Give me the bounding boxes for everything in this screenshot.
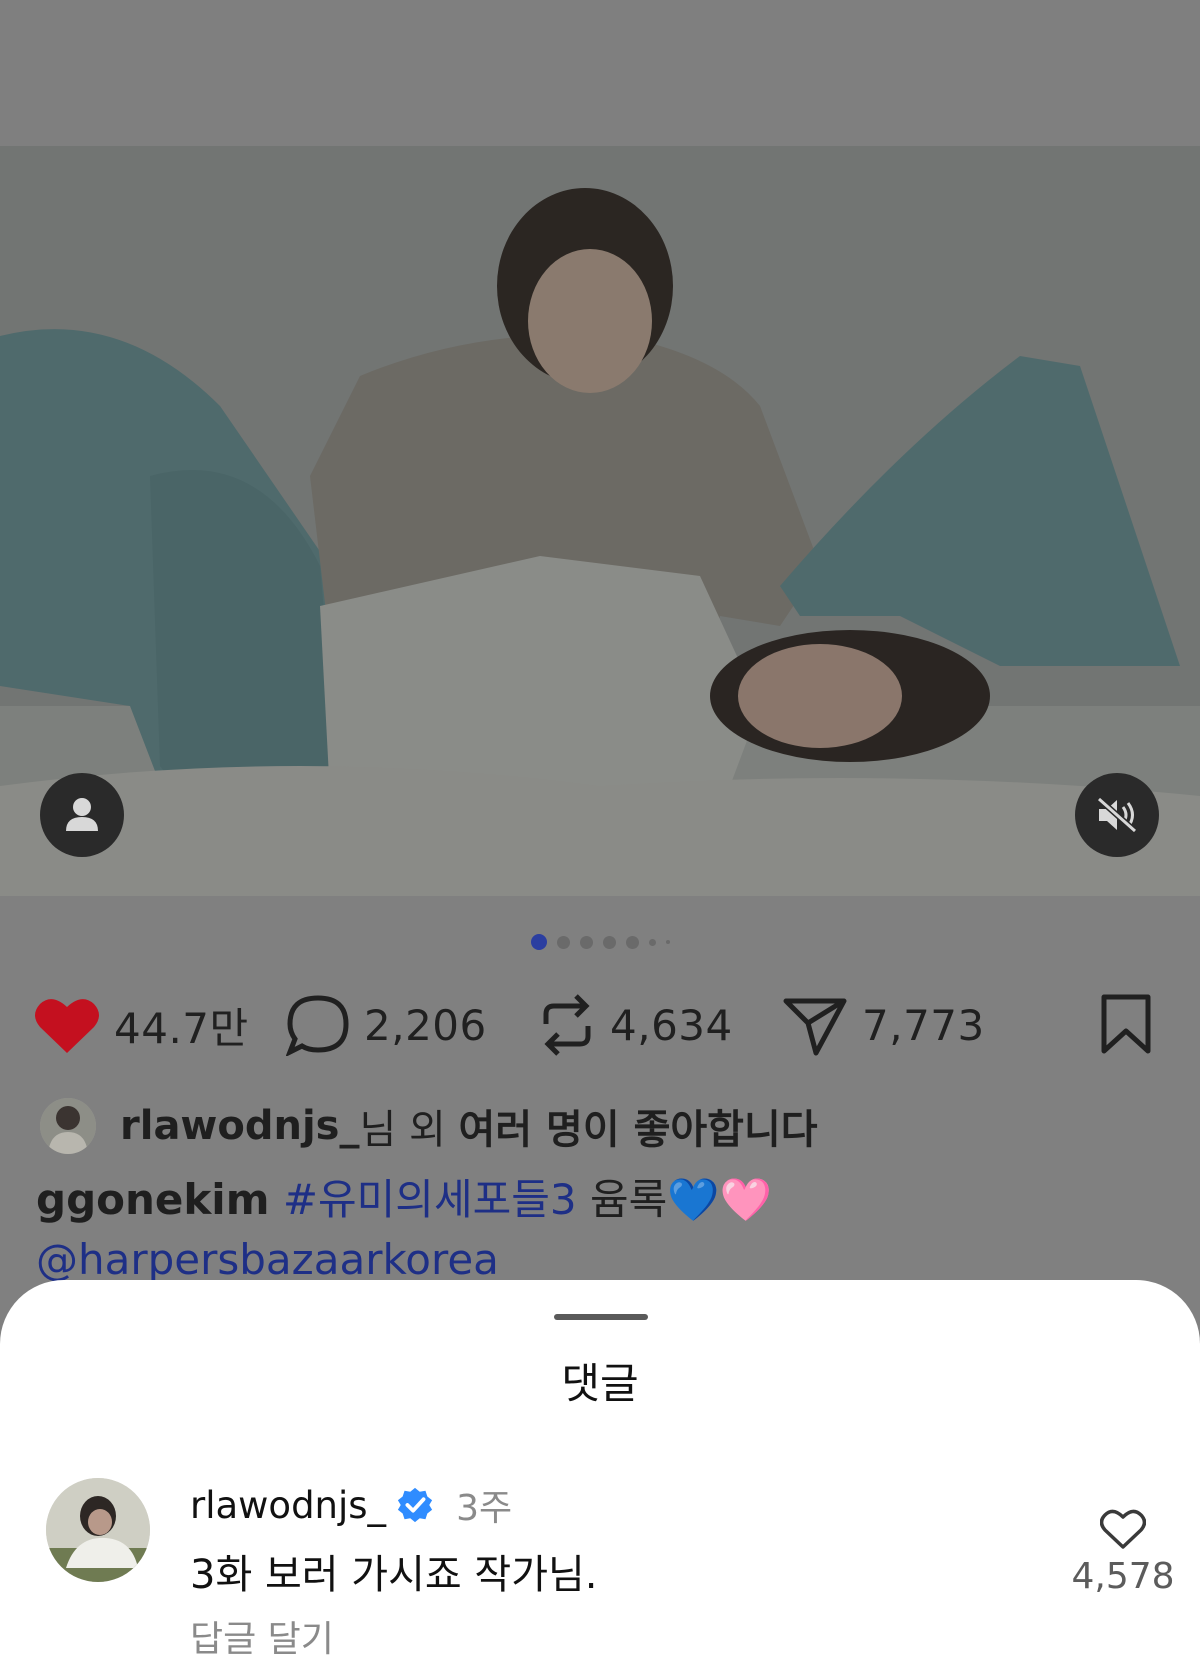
carousel-dot xyxy=(625,935,639,949)
comment-like-count: 4,578 xyxy=(1071,1556,1175,1597)
caption-text: 윰록 xyxy=(589,1175,668,1224)
carousel-dot xyxy=(665,940,670,944)
share-button[interactable]: 7,773 xyxy=(782,985,985,1065)
carousel-dot xyxy=(648,938,656,946)
carousel-dot xyxy=(602,935,616,949)
carousel-indicator xyxy=(0,932,1200,952)
avatar[interactable] xyxy=(46,1478,150,1582)
user-tag-button[interactable] xyxy=(40,773,124,857)
comment-text: 3화 보러 가시죠 작가님. xyxy=(190,1552,598,1598)
heart-filled-icon xyxy=(35,999,99,1053)
comment-count: 2,206 xyxy=(364,1000,487,1050)
liked-by-user[interactable]: rlawodnjs_ xyxy=(120,1103,360,1149)
reply-button[interactable]: 답글 달기 xyxy=(190,1610,334,1662)
post-photo-illustration xyxy=(0,146,1200,896)
comment-header: rlawodnjs_ 3주 xyxy=(190,1482,513,1530)
comment-icon xyxy=(286,995,349,1056)
post-photo[interactable] xyxy=(0,146,1200,896)
liked-by-suffix: 님 외 xyxy=(359,1107,459,1153)
share-count: 7,773 xyxy=(862,1000,985,1050)
comment-timestamp: 3주 xyxy=(456,1488,513,1529)
post-caption: ggonekim #유미의세포들3 윰록💙🩷 @harpersbazaarkor… xyxy=(36,1170,1166,1290)
liked-by-summary[interactable]: rlawodnjs_ 님 외 여러 명이 좋아합니다 xyxy=(40,1096,818,1156)
post-actions: 44.7만 2,206 4,634 7,773 xyxy=(0,985,1200,1065)
caption-hashtag[interactable]: #유미의세포들3 xyxy=(283,1175,577,1224)
like-count: 44.7만 xyxy=(114,1003,249,1053)
caption-mention[interactable]: @harpersbazaarkorea xyxy=(36,1235,499,1284)
comment-item: rlawodnjs_ 3주 3화 보러 가시죠 작가님. 답글 달기 4,578 xyxy=(0,1478,1200,1668)
carousel-dot-active xyxy=(530,934,547,950)
repost-count: 4,634 xyxy=(610,1000,733,1050)
comment-username[interactable]: rlawodnjs_ xyxy=(190,1484,386,1527)
verified-badge-icon xyxy=(397,1487,433,1523)
like-button[interactable]: 44.7만 xyxy=(34,985,249,1065)
muted-speaker-icon xyxy=(1097,796,1137,834)
sheet-title: 댓글 xyxy=(561,1359,639,1408)
top-bar xyxy=(0,0,1200,146)
repost-icon xyxy=(543,994,591,1056)
liked-by-others[interactable]: 여러 명이 좋아합니다 xyxy=(459,1097,818,1155)
repost-button[interactable]: 4,634 xyxy=(538,985,733,1065)
comment-like-button[interactable]: 4,578 xyxy=(1068,1508,1178,1597)
caption-username[interactable]: ggonekim xyxy=(36,1175,269,1224)
sheet-grabber[interactable] xyxy=(554,1314,648,1320)
save-button[interactable] xyxy=(1098,985,1154,1065)
user-tag-icon xyxy=(66,798,98,831)
comment-button[interactable]: 2,206 xyxy=(286,985,487,1065)
caption-emoji: 💙🩷 xyxy=(667,1175,772,1224)
carousel-dot xyxy=(556,935,570,949)
share-icon xyxy=(783,998,847,1056)
mute-toggle-button[interactable] xyxy=(1075,773,1159,857)
post-screen: 44.7만 2,206 4,634 7,773 rlawodnjs_ 님 외 여… xyxy=(0,0,1200,1668)
avatar xyxy=(40,1098,96,1154)
bookmark-icon xyxy=(1101,994,1151,1054)
carousel-dot xyxy=(579,935,593,949)
heart-outline-icon xyxy=(1100,1509,1146,1549)
comments-sheet: 댓글 rlawodnjs_ 3주 3화 보러 가시죠 작가님. 답글 달기 4,… xyxy=(0,1280,1200,1668)
